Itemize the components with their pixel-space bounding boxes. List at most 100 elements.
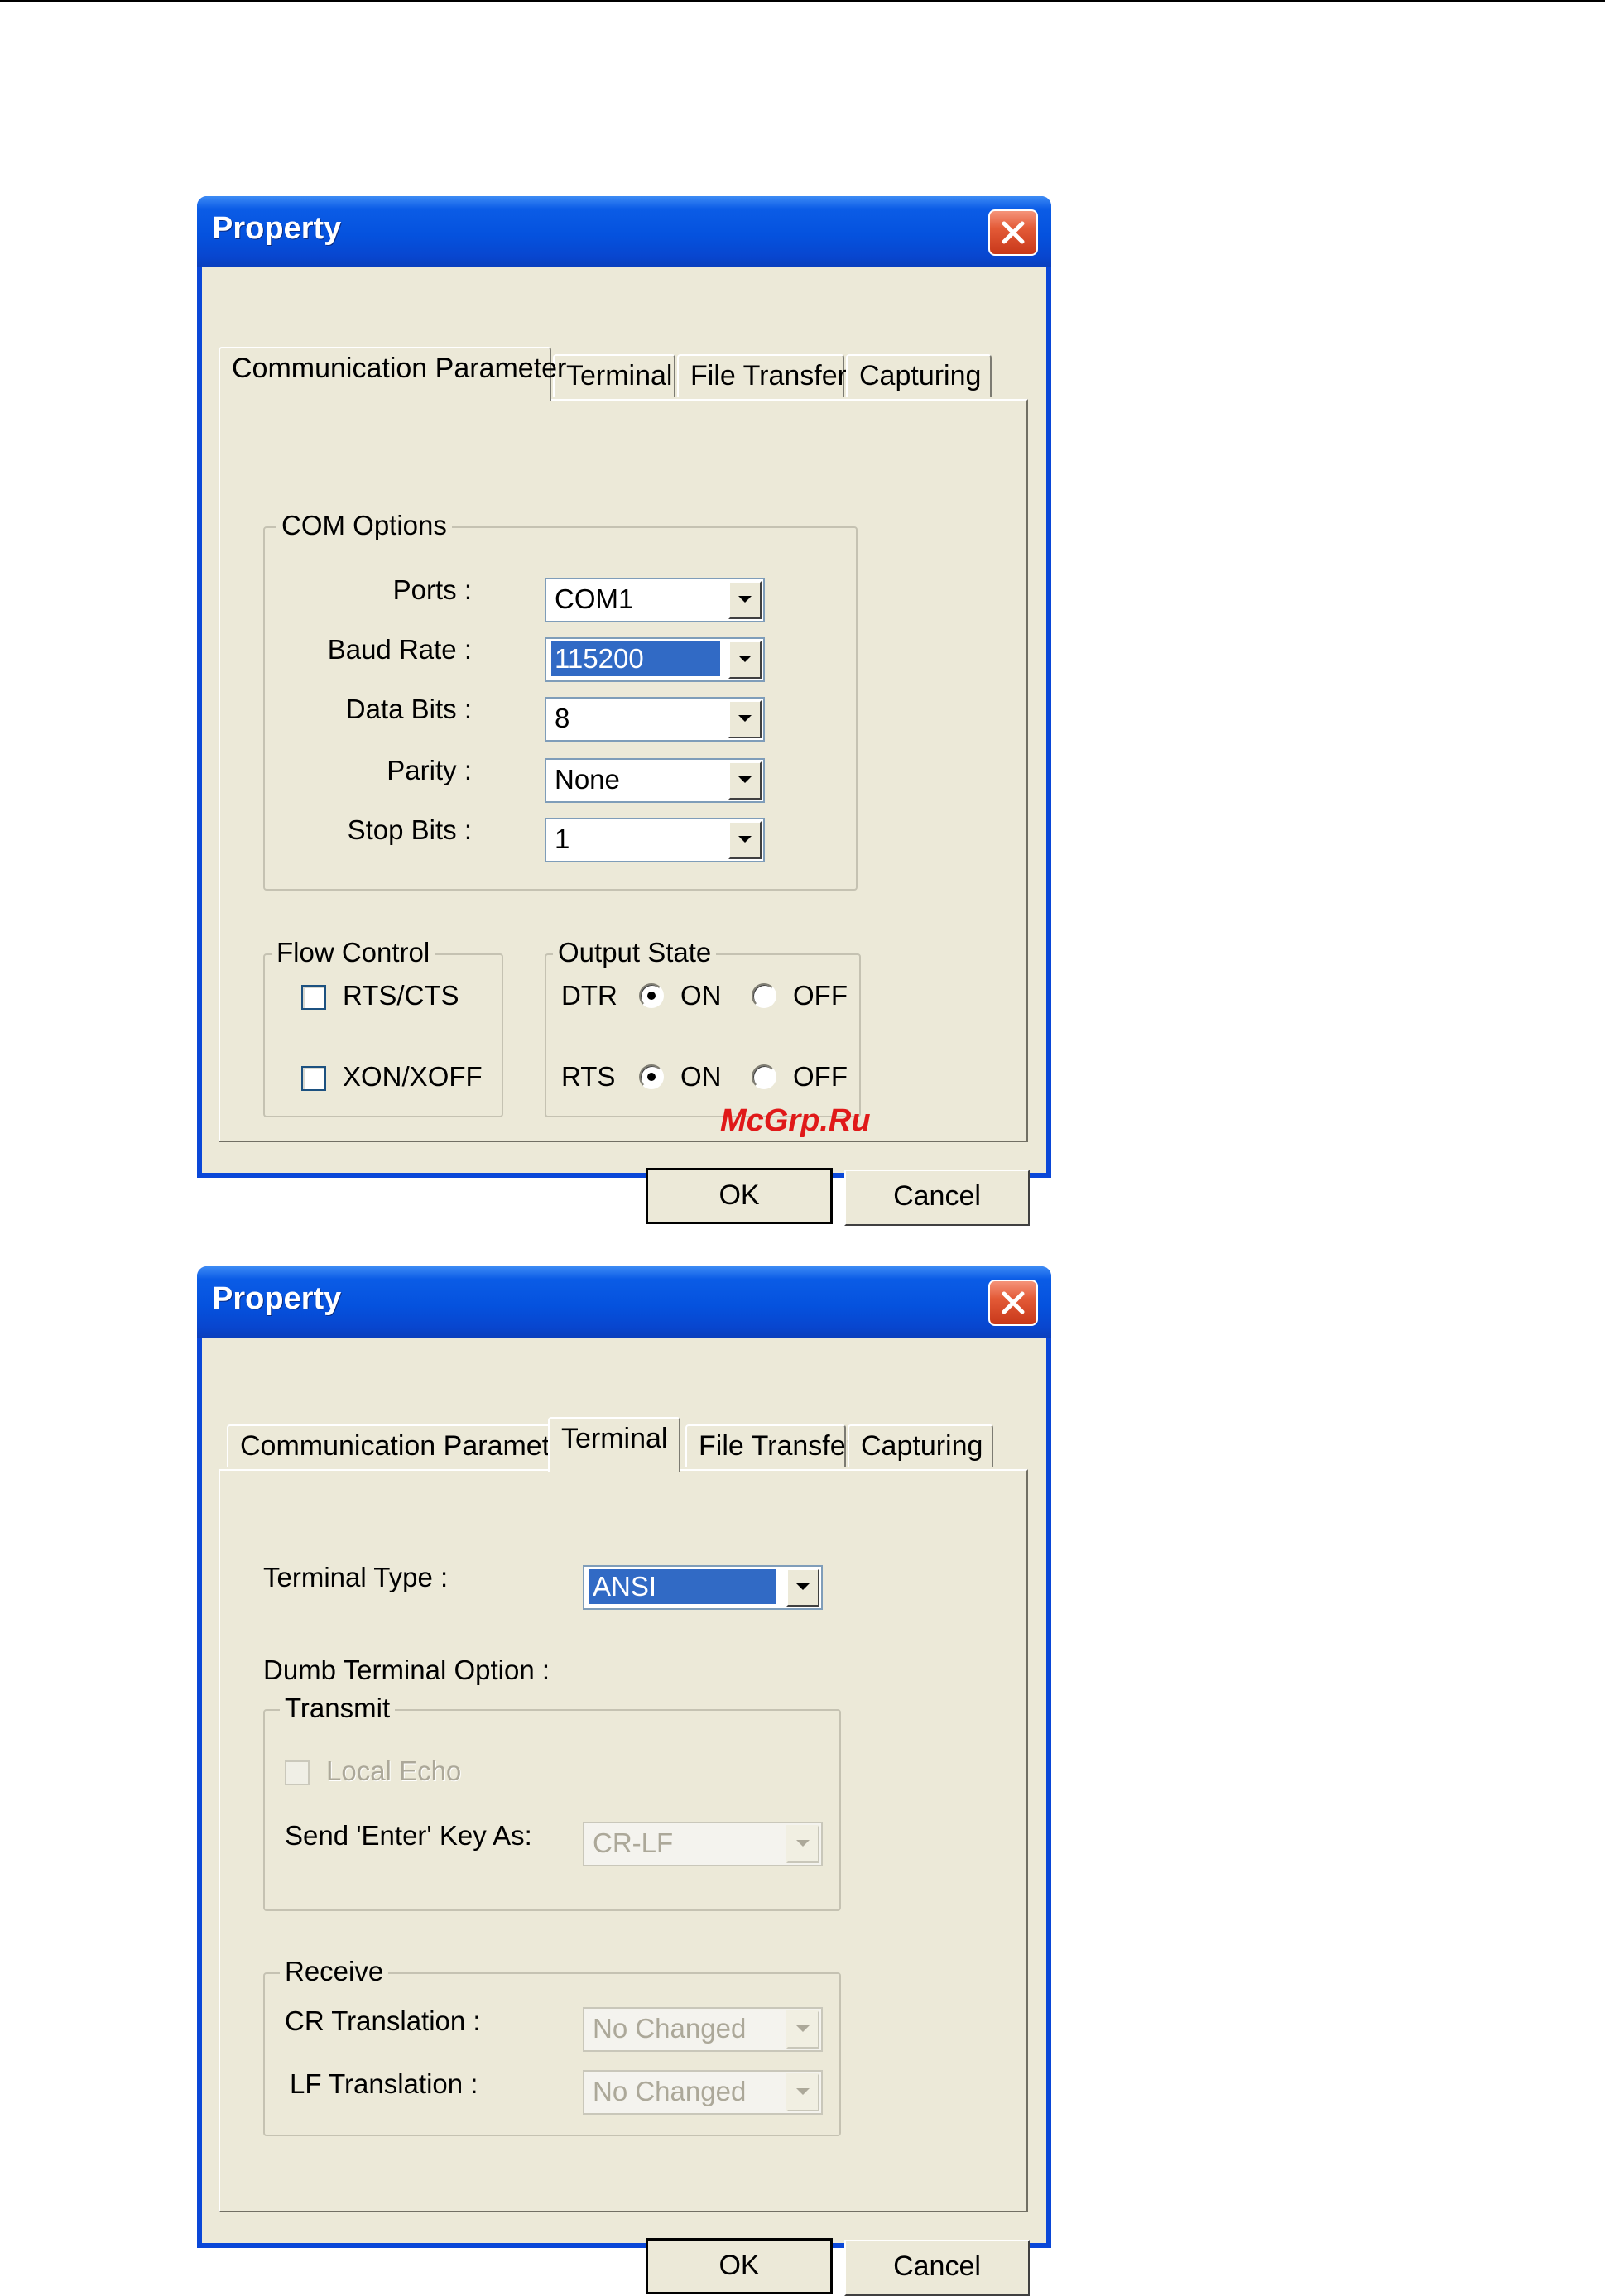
close-icon — [1002, 1291, 1025, 1314]
receive-group: Receive CR Translation : No Changed LF T… — [263, 1956, 841, 2136]
chevron-down-icon — [796, 1583, 810, 1590]
data-bits-dropdown-button[interactable] — [728, 700, 762, 738]
xon-xoff-checkbox[interactable] — [301, 1066, 326, 1091]
ports-dropdown-button[interactable] — [728, 581, 762, 619]
com-options-label: COM Options — [276, 510, 452, 541]
rts-off-label: OFF — [793, 1061, 848, 1092]
baud-rate-dropdown-button[interactable] — [728, 641, 762, 679]
stop-bits-label: Stop Bits : — [347, 814, 472, 845]
stop-bits-dropdown-button[interactable] — [728, 821, 762, 859]
chevron-down-icon — [796, 1840, 810, 1847]
rts-on-radio[interactable] — [639, 1064, 664, 1089]
output-state-label: Output State — [553, 937, 717, 968]
dtr-off-label: OFF — [793, 980, 848, 1011]
chevron-down-icon — [738, 836, 752, 843]
chevron-down-icon — [738, 715, 752, 722]
dtr-label: DTR — [561, 980, 617, 1011]
cr-translation-dropdown-button[interactable] — [786, 2010, 819, 2049]
dtr-off-radio[interactable] — [752, 983, 776, 1008]
parity-combobox[interactable]: None — [545, 758, 765, 803]
chevron-down-icon — [738, 596, 752, 603]
local-echo-checkbox[interactable] — [285, 1760, 310, 1785]
send-enter-key-combobox[interactable]: CR-LF — [583, 1822, 823, 1866]
tab-communication-parameter[interactable]: Communication Parameter — [227, 1424, 574, 1467]
stop-bits-value: 1 — [555, 824, 570, 854]
chevron-down-icon — [738, 656, 752, 662]
tab-file-transfer[interactable]: File Transfer — [685, 1424, 855, 1467]
parity-label: Parity : — [387, 755, 472, 785]
rts-cts-label: RTS/CTS — [343, 980, 459, 1011]
title-bar[interactable]: Property — [197, 1266, 1051, 1338]
property-dialog-terminal: Property Communication Parameter Termina… — [197, 1266, 1051, 2296]
tab-file-transfer[interactable]: File Transfer — [677, 354, 847, 397]
rts-cts-checkbox[interactable] — [301, 985, 326, 1010]
page-top-rule — [0, 0, 1605, 2]
lf-translation-dropdown-button[interactable] — [786, 2073, 819, 2111]
tab-panel-communication: COM Options Ports : COM1 Baud Rate : 115… — [219, 399, 1028, 1142]
rts-label: RTS — [561, 1061, 616, 1092]
dtr-on-label: ON — [680, 980, 722, 1011]
ports-label: Ports : — [392, 574, 472, 605]
close-button[interactable] — [988, 209, 1038, 256]
terminal-type-dropdown-button[interactable] — [786, 1568, 819, 1607]
stop-bits-combobox[interactable]: 1 — [545, 818, 765, 862]
ports-value: COM1 — [555, 584, 634, 614]
send-enter-key-label: Send 'Enter' Key As: — [285, 1820, 532, 1851]
tab-terminal[interactable]: Terminal — [548, 1417, 680, 1472]
ok-button[interactable]: OK — [646, 2238, 833, 2294]
cr-translation-combobox[interactable]: No Changed — [583, 2007, 823, 2052]
xon-xoff-label: XON/XOFF — [343, 1061, 483, 1092]
output-state-group: Output State DTR ON OFF RTS ON OFF — [545, 937, 861, 1117]
transmit-group: Transmit Local Echo Send 'Enter' Key As:… — [263, 1693, 841, 1911]
baud-rate-label: Baud Rate : — [327, 634, 472, 665]
title-bar[interactable]: Property — [197, 196, 1051, 267]
chevron-down-icon — [796, 2025, 810, 2032]
data-bits-value: 8 — [555, 703, 570, 733]
property-dialog-communication: Property Communication Parameter Termina… — [197, 196, 1051, 1226]
cr-translation-value: No Changed — [593, 2013, 747, 2044]
tab-capturing[interactable]: Capturing — [848, 1424, 993, 1467]
dialog-title: Property — [212, 211, 342, 246]
cancel-button[interactable]: Cancel — [844, 1170, 1030, 1226]
parity-value: None — [555, 764, 620, 795]
lf-translation-combobox[interactable]: No Changed — [583, 2070, 823, 2115]
parity-dropdown-button[interactable] — [728, 761, 762, 800]
lf-translation-value: No Changed — [593, 2076, 747, 2106]
cr-translation-label: CR Translation : — [285, 2005, 481, 2036]
tab-terminal[interactable]: Terminal — [553, 354, 675, 397]
flow-control-group: Flow Control RTS/CTS XON/XOFF — [263, 937, 503, 1117]
flow-control-label: Flow Control — [272, 937, 435, 968]
chevron-down-icon — [796, 2088, 810, 2095]
tab-panel-terminal: Terminal Type : ANSI Dumb Terminal Optio… — [219, 1469, 1028, 2212]
send-enter-key-dropdown-button[interactable] — [786, 1825, 819, 1863]
dialog-client-area: Communication Parameter Terminal File Tr… — [202, 267, 1046, 1226]
cancel-button[interactable]: Cancel — [844, 2240, 1030, 2296]
lf-translation-label: LF Translation : — [290, 2068, 478, 2099]
ok-button[interactable]: OK — [646, 1168, 833, 1224]
data-bits-combobox[interactable]: 8 — [545, 697, 765, 742]
rts-off-radio[interactable] — [752, 1064, 776, 1089]
tab-capturing[interactable]: Capturing — [846, 354, 992, 397]
local-echo-label: Local Echo — [326, 1756, 462, 1786]
receive-label: Receive — [280, 1956, 389, 1987]
terminal-type-value: ANSI — [589, 1569, 776, 1604]
baud-rate-combobox[interactable]: 115200 — [545, 637, 765, 682]
close-icon — [1002, 221, 1025, 244]
baud-rate-value: 115200 — [551, 641, 720, 676]
rts-on-label: ON — [680, 1061, 722, 1092]
tab-communication-parameter[interactable]: Communication Parameter — [219, 347, 566, 401]
send-enter-key-value: CR-LF — [593, 1828, 674, 1858]
chevron-down-icon — [738, 776, 752, 783]
dialog-client-area: Communication Parameter Terminal File Tr… — [202, 1338, 1046, 2296]
ports-combobox[interactable]: COM1 — [545, 578, 765, 622]
terminal-type-label: Terminal Type : — [263, 1562, 449, 1592]
data-bits-label: Data Bits : — [345, 694, 472, 724]
dialog-title: Property — [212, 1281, 342, 1316]
close-button[interactable] — [988, 1280, 1038, 1326]
terminal-type-combobox[interactable]: ANSI — [583, 1565, 823, 1610]
dumb-terminal-option-label: Dumb Terminal Option : — [263, 1655, 550, 1685]
transmit-label: Transmit — [280, 1693, 396, 1724]
watermark-text: McGrp.Ru — [720, 1103, 871, 1138]
com-options-group: COM Options Ports : COM1 Baud Rate : 115… — [263, 510, 858, 891]
dtr-on-radio[interactable] — [639, 983, 664, 1008]
